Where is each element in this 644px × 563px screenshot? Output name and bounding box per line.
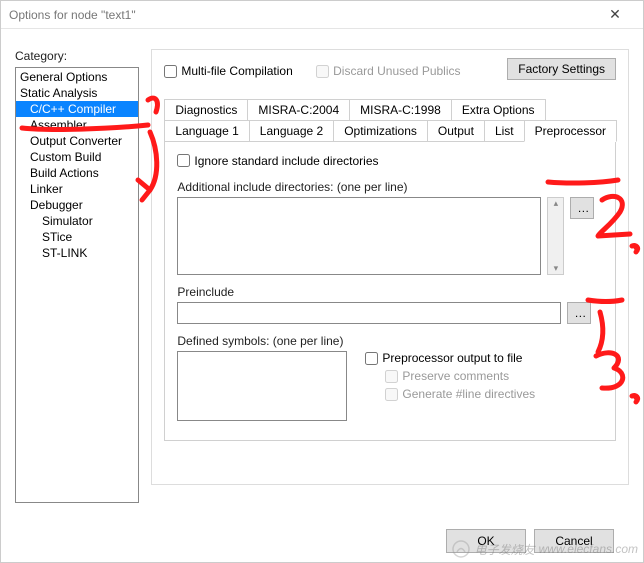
category-item[interactable]: General Options <box>16 69 138 85</box>
cancel-button[interactable]: Cancel <box>534 529 614 553</box>
tab-preprocessor[interactable]: Preprocessor <box>524 120 617 142</box>
tab-misra-c-1998[interactable]: MISRA-C:1998 <box>349 99 452 121</box>
discard-unused-checkbox: Discard Unused Publics <box>316 64 460 78</box>
tab-output[interactable]: Output <box>427 120 485 142</box>
category-item[interactable]: ST-LINK <box>16 245 138 261</box>
category-item[interactable]: Output Converter <box>16 133 138 149</box>
additional-include-textarea[interactable] <box>177 197 541 275</box>
preinclude-label: Preinclude <box>177 285 603 299</box>
generate-line-input <box>385 388 398 401</box>
category-item[interactable]: Static Analysis <box>16 85 138 101</box>
defined-symbols-row: Preprocessor output to file Preserve com… <box>177 351 603 421</box>
category-item[interactable]: Assembler <box>16 117 138 133</box>
tab-language-1[interactable]: Language 1 <box>164 120 249 142</box>
settings-panel: Factory Settings Multi-file Compilation … <box>151 49 629 485</box>
pp-output-input[interactable] <box>365 352 378 365</box>
category-item[interactable]: Simulator <box>16 213 138 229</box>
browse-preinclude-button[interactable]: … <box>567 302 591 324</box>
category-panel: Category: General OptionsStatic Analysis… <box>15 49 139 552</box>
tab-extra-options[interactable]: Extra Options <box>451 99 546 121</box>
preinclude-row: … <box>177 302 603 324</box>
multi-file-input[interactable] <box>164 65 177 78</box>
discard-unused-label: Discard Unused Publics <box>333 64 460 78</box>
generate-line-checkbox: Generate #line directives <box>385 387 535 401</box>
preserve-comments-label: Preserve comments <box>402 369 509 383</box>
category-item[interactable]: C/C++ Compiler <box>16 101 138 117</box>
tab-body-preprocessor: Ignore standard include directories Addi… <box>164 141 616 441</box>
pp-output-checkbox[interactable]: Preprocessor output to file <box>365 351 535 365</box>
category-item[interactable]: Custom Build <box>16 149 138 165</box>
dialog-footer: OK Cancel <box>446 529 614 553</box>
tab-row-1: DiagnosticsMISRA-C:2004MISRA-C:1998Extra… <box>164 99 616 120</box>
preprocessor-output-options: Preprocessor output to file Preserve com… <box>365 351 535 405</box>
additional-include-row: ▴▾ … <box>177 197 603 275</box>
generate-line-label: Generate #line directives <box>402 387 535 401</box>
preserve-comments-checkbox: Preserve comments <box>385 369 535 383</box>
tab-diagnostics[interactable]: Diagnostics <box>164 99 248 121</box>
close-icon[interactable]: ✕ <box>595 6 635 23</box>
defined-symbols-label: Defined symbols: (one per line) <box>177 334 603 348</box>
scrollbar[interactable]: ▴▾ <box>547 197 564 275</box>
preserve-comments-input <box>385 370 398 383</box>
category-item[interactable]: Build Actions <box>16 165 138 181</box>
multi-file-label: Multi-file Compilation <box>181 64 292 78</box>
category-item[interactable]: STice <box>16 229 138 245</box>
browse-include-button[interactable]: … <box>570 197 594 219</box>
category-label: Category: <box>15 49 139 63</box>
category-item[interactable]: Linker <box>16 181 138 197</box>
scroll-up-icon[interactable]: ▴ <box>554 198 559 209</box>
tab-misra-c-2004[interactable]: MISRA-C:2004 <box>247 99 350 121</box>
client-area: Category: General OptionsStatic Analysis… <box>1 29 643 562</box>
ok-button[interactable]: OK <box>446 529 526 553</box>
ignore-std-checkbox[interactable]: Ignore standard include directories <box>177 154 378 168</box>
window-title: Options for node "text1" <box>9 8 595 22</box>
discard-unused-input <box>316 65 329 78</box>
pp-output-label: Preprocessor output to file <box>382 351 522 365</box>
multi-file-checkbox[interactable]: Multi-file Compilation <box>164 64 292 78</box>
additional-include-label: Additional include directories: (one per… <box>177 180 603 194</box>
tab-optimizations[interactable]: Optimizations <box>333 120 428 142</box>
defined-symbols-textarea[interactable] <box>177 351 347 421</box>
ignore-std-input[interactable] <box>177 154 190 167</box>
tabs: DiagnosticsMISRA-C:2004MISRA-C:1998Extra… <box>164 99 616 441</box>
scroll-down-icon[interactable]: ▾ <box>554 263 559 274</box>
preinclude-input[interactable] <box>177 302 561 324</box>
category-list[interactable]: General OptionsStatic AnalysisC/C++ Comp… <box>15 67 139 503</box>
titlebar: Options for node "text1" ✕ <box>1 1 643 29</box>
category-item[interactable]: Debugger <box>16 197 138 213</box>
tab-list[interactable]: List <box>484 120 525 142</box>
ignore-std-label: Ignore standard include directories <box>194 154 378 168</box>
tab-language-2[interactable]: Language 2 <box>249 120 334 142</box>
tab-row-2: Language 1Language 2OptimizationsOutputL… <box>164 120 616 141</box>
options-dialog: Options for node "text1" ✕ Category: Gen… <box>0 0 644 563</box>
factory-settings-button[interactable]: Factory Settings <box>507 58 616 80</box>
